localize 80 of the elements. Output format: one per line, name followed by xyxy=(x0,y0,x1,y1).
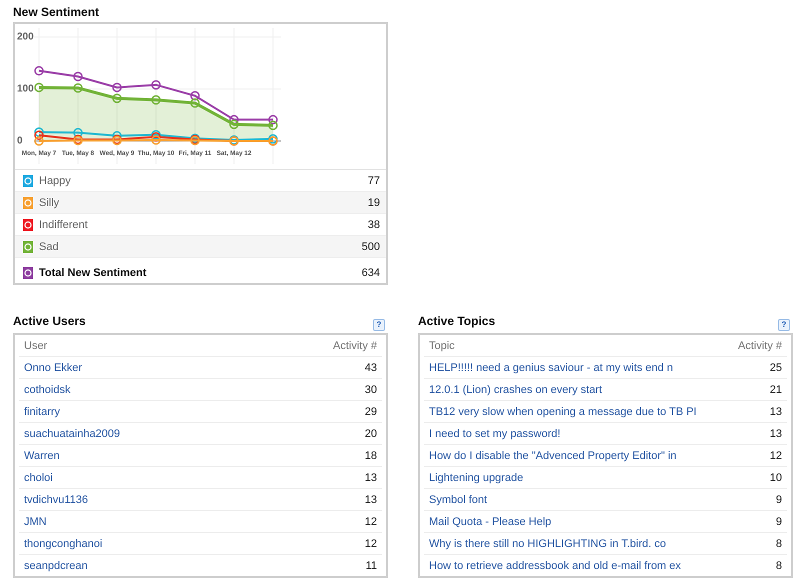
table-link[interactable]: HELP!!!!! need a genius saviour - at my wits end n xyxy=(429,362,673,374)
table-cell: 30 xyxy=(364,384,377,396)
table-link[interactable]: finitarry xyxy=(24,406,60,418)
table-link[interactable]: I need to set my password! xyxy=(429,428,560,440)
table-cell: 13 xyxy=(770,406,782,418)
table-cell: 11 xyxy=(366,560,377,572)
point xyxy=(268,120,278,130)
legend-label: Sad xyxy=(39,240,60,252)
point xyxy=(34,130,44,140)
table-cell: 13 xyxy=(364,472,377,484)
table-link[interactable]: choloi xyxy=(24,472,53,484)
axis-label: 100 xyxy=(17,84,34,95)
point xyxy=(151,80,161,90)
table-link[interactable]: Warren xyxy=(24,450,60,462)
point xyxy=(34,66,44,76)
table-cell: 13 xyxy=(770,428,782,440)
table-link[interactable]: How do I disable the "Advenced Property Editor" in xyxy=(429,450,676,462)
table-link[interactable]: tvdichvu1136 xyxy=(24,494,88,506)
section-title: New Sentiment xyxy=(13,4,100,20)
table-cell: 13 xyxy=(364,494,377,506)
legend-value: 38 xyxy=(368,218,380,230)
point xyxy=(151,135,161,145)
legend-value: 19 xyxy=(368,196,380,208)
table-link[interactable]: cothoidsk xyxy=(24,384,70,396)
table-cell: 20 xyxy=(364,428,377,440)
table-cell: 21 xyxy=(770,384,782,396)
table-link[interactable]: How to retrieve addressbook and old e-mail from ex xyxy=(429,560,681,572)
table-cell: 8 xyxy=(776,538,782,550)
table-link[interactable]: suachuatainha2009 xyxy=(24,428,120,440)
table-cell: 29 xyxy=(364,406,377,418)
table-link[interactable]: Lightening upgrade xyxy=(429,472,524,484)
axis-label: 200 xyxy=(17,32,34,43)
table-link[interactable]: thongconghanoi xyxy=(24,538,102,550)
point xyxy=(190,91,200,101)
legend-label: Total New Sentiment xyxy=(39,266,148,278)
column-header: Topic xyxy=(429,340,456,352)
point xyxy=(34,136,44,146)
legend-value: 634 xyxy=(362,266,380,278)
section-title: Active Users xyxy=(13,313,86,329)
legend-label: Happy xyxy=(39,174,72,186)
table-cell: 12 xyxy=(364,516,377,528)
point xyxy=(112,94,122,104)
help-button[interactable]: ? xyxy=(373,319,385,331)
point xyxy=(34,82,44,92)
point xyxy=(190,98,200,108)
table-link[interactable]: Symbol font xyxy=(429,494,488,506)
table-cell: 9 xyxy=(776,516,782,528)
column-header: Activity # xyxy=(738,340,782,352)
point xyxy=(34,127,44,137)
help-button[interactable]: ? xyxy=(778,319,790,331)
table-cell: 12 xyxy=(364,538,377,550)
legend-label: Indifferent xyxy=(39,218,89,230)
table-link[interactable]: JMN xyxy=(24,516,47,528)
table-link[interactable]: Why is there still no HIGHLIGHTING in T.bird. co xyxy=(429,538,666,550)
table-cell: 10 xyxy=(770,472,782,484)
column-header: User xyxy=(24,340,48,352)
table-link[interactable]: Mail Quota - Please Help xyxy=(429,516,552,528)
legend-value: 500 xyxy=(362,240,380,252)
table-cell: 8 xyxy=(776,560,782,572)
table-cell: 12 xyxy=(770,450,782,462)
point xyxy=(268,114,278,124)
point xyxy=(229,120,239,130)
table-link[interactable]: Onno Ekker xyxy=(24,362,82,374)
legend-label: Silly xyxy=(39,196,60,208)
point xyxy=(112,82,122,92)
point xyxy=(73,83,83,93)
point xyxy=(151,95,161,105)
point xyxy=(73,72,83,82)
table-cell: 43 xyxy=(364,362,377,374)
table-link[interactable]: seanpdcrean xyxy=(24,560,88,572)
table-cell: 18 xyxy=(364,450,377,462)
table-link[interactable]: TB12 very slow when opening a message due to TB PI xyxy=(429,406,697,418)
table-cell: 25 xyxy=(770,362,782,374)
axis-label: 0 xyxy=(17,136,23,147)
section-title: Active Topics xyxy=(418,313,496,329)
point xyxy=(73,128,83,138)
legend-value: 77 xyxy=(368,174,380,186)
table-link[interactable]: 12.0.1 (Lion) crashes on every start xyxy=(429,384,602,396)
table-cell: 9 xyxy=(776,494,782,506)
column-header: Activity # xyxy=(332,340,377,352)
